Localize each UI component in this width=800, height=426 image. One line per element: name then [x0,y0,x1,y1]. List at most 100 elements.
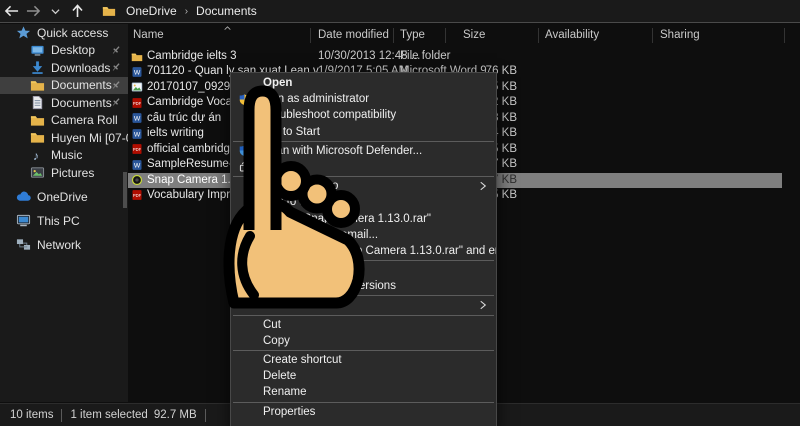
menu-item-label: Give access to [263,180,338,192]
sidebar-item-documents[interactable]: Documents [0,77,128,95]
sidebar-item-pictures[interactable]: Pictures [0,164,128,182]
menu-separator [233,295,494,296]
menu-separator [233,315,494,316]
sidebar-item-label: Documents [51,78,112,92]
column-divider[interactable] [652,28,653,43]
menu-item-pin-to-start[interactable]: Pin to Start [231,124,496,140]
menu-item-restore-previous-versions[interactable]: Restore previous versions [231,278,496,294]
breadcrumb-separator-icon: › [181,6,192,17]
menu-item-troubleshoot-compatibility[interactable]: Troubleshoot compatibility [231,107,496,123]
menu-item-open[interactable]: Open [231,75,496,91]
menu-item-compress-and-email-[interactable]: Compress and email... [231,227,496,243]
pin-icon [110,96,122,108]
menu-item-label: Add to archive... [263,196,346,208]
menu-item-give-access-to[interactable]: Give access to [231,178,496,194]
pictures-icon [30,165,45,180]
menu-item-label: Properties [263,406,315,418]
breadcrumb-documents[interactable]: Documents [192,4,261,18]
word-doc-icon: W [131,128,143,140]
sidebar-item-desktop[interactable]: Desktop [0,42,128,60]
file-name: cấu trúc dự án [147,112,221,124]
recent-locations-chevron-icon[interactable] [44,1,66,21]
menu-item-share[interactable]: Share [231,159,496,175]
pin-icon [110,61,122,73]
sidebar-item-quick-access[interactable]: Quick access [0,24,128,42]
column-header-name[interactable]: Name [133,29,164,41]
menu-item-label: Send to [263,299,303,311]
menu-item-run-as-administrator[interactable]: Run as administrator [231,91,496,107]
menu-item-label: Rename [263,386,306,398]
defender-icon [238,144,251,157]
menu-item-add-to-archive-[interactable]: Add to archive... [231,194,496,210]
pdf-icon: PDF [131,143,143,155]
menu-item-properties[interactable]: Properties [231,404,496,420]
breadcrumb-onedrive[interactable]: OneDrive [122,4,181,18]
navigation-bar: OneDrive › Documents [0,0,800,23]
file-name: Cambridge ielts 3 [147,50,236,62]
column-header-size[interactable]: Size [463,29,485,41]
menu-item-compress-to-snap-camera-1-13-0[interactable]: Compress to "Snap Camera 1.13.0.rar" and… [231,243,496,259]
column-header-date-modified[interactable]: Date modified [318,29,389,41]
sidebar-item-this-pc[interactable]: This PC [0,212,128,230]
file-row-cambridge-ielts-3[interactable]: Cambridge ielts 310/30/2013 12:48 ...Fil… [128,49,782,64]
svg-text:PDF: PDF [133,101,142,106]
menu-item-scan-with-microsoft-defender-[interactable]: Scan with Microsoft Defender... [231,143,496,159]
menu-item-send-to[interactable]: Send to [231,297,496,313]
menu-item-create-shortcut[interactable]: Create shortcut [231,352,496,368]
svg-text:W: W [134,162,141,169]
menu-item-label: Scan with Microsoft Defender... [263,145,422,157]
menu-item-label: Troubleshoot compatibility [263,109,396,121]
file-explorer-window: OneDrive › Documents Quick accessDesktop… [0,0,800,426]
sidebar-item-label: Documents [51,96,112,110]
svg-text:PDF: PDF [133,193,142,198]
column-divider[interactable] [393,28,394,43]
column-divider[interactable] [445,28,446,43]
menu-separator [233,402,494,403]
sidebar-item-label: Network [37,238,81,252]
sidebar-item-label: OneDrive [37,190,88,204]
sidebar-item-label: Camera Roll [51,113,118,127]
sidebar-item-documents[interactable]: Documents [0,94,128,112]
folder-icon [30,130,45,145]
sidebar-item-music[interactable]: ♪Music [0,147,128,165]
folder-icon [30,113,45,128]
menu-item-add-to-snap-camera-1-13-0-rar-[interactable]: Add to "Snap Camera 1.13.0.rar" [231,211,496,227]
sidebar-item-downloads[interactable]: Downloads [0,59,128,77]
menu-item-label: Pin to taskbar [263,264,333,276]
column-divider[interactable] [538,28,539,43]
column-header-sharing[interactable]: Sharing [660,29,700,41]
svg-text:PDF: PDF [133,147,142,152]
sidebar-item-onedrive[interactable]: OneDrive [0,188,128,206]
back-button[interactable] [0,1,22,21]
sidebar-item-label: Pictures [51,166,94,180]
column-divider[interactable] [310,28,311,43]
forward-button[interactable] [22,1,44,21]
folder-icon [30,78,45,93]
submenu-chevron-right-icon [477,299,489,311]
word-doc-icon: W [131,159,143,171]
file-type: File folder [400,50,451,62]
menu-item-label: Compress to "Snap Camera 1.13.0.rar" and… [263,245,496,257]
column-header-availability[interactable]: Availability [545,29,599,41]
menu-item-delete[interactable]: Delete [231,368,496,384]
selection-count: 1 item selected [70,409,147,421]
menu-item-cut[interactable]: Cut [231,317,496,333]
sidebar-item-huyen-mi-07-04-20[interactable]: Huyen Mi [07-04-20 [0,129,128,147]
folder-icon [131,51,143,63]
up-button[interactable] [66,1,88,21]
selection-size: 92.7 MB [154,409,197,421]
sidebar-item-network[interactable]: Network [0,236,128,254]
menu-item-copy[interactable]: Copy [231,333,496,349]
menu-item-label: Delete [263,370,296,382]
context-menu: Open Run as administrator Troubleshoot com… [230,72,497,426]
column-divider[interactable] [784,28,785,43]
menu-item-label: Open [263,77,292,89]
column-header-type[interactable]: Type [400,29,425,41]
menu-item-pin-to-taskbar[interactable]: Pin to taskbar [231,262,496,278]
music-icon: ♪ [30,148,45,163]
app-icon [131,174,143,186]
sidebar-item-label: Huyen Mi [07-04-20 [51,131,128,145]
menu-item-rename[interactable]: Rename [231,384,496,400]
sidebar-item-label: Desktop [51,43,95,57]
sidebar-item-camera-roll[interactable]: Camera Roll [0,112,128,130]
